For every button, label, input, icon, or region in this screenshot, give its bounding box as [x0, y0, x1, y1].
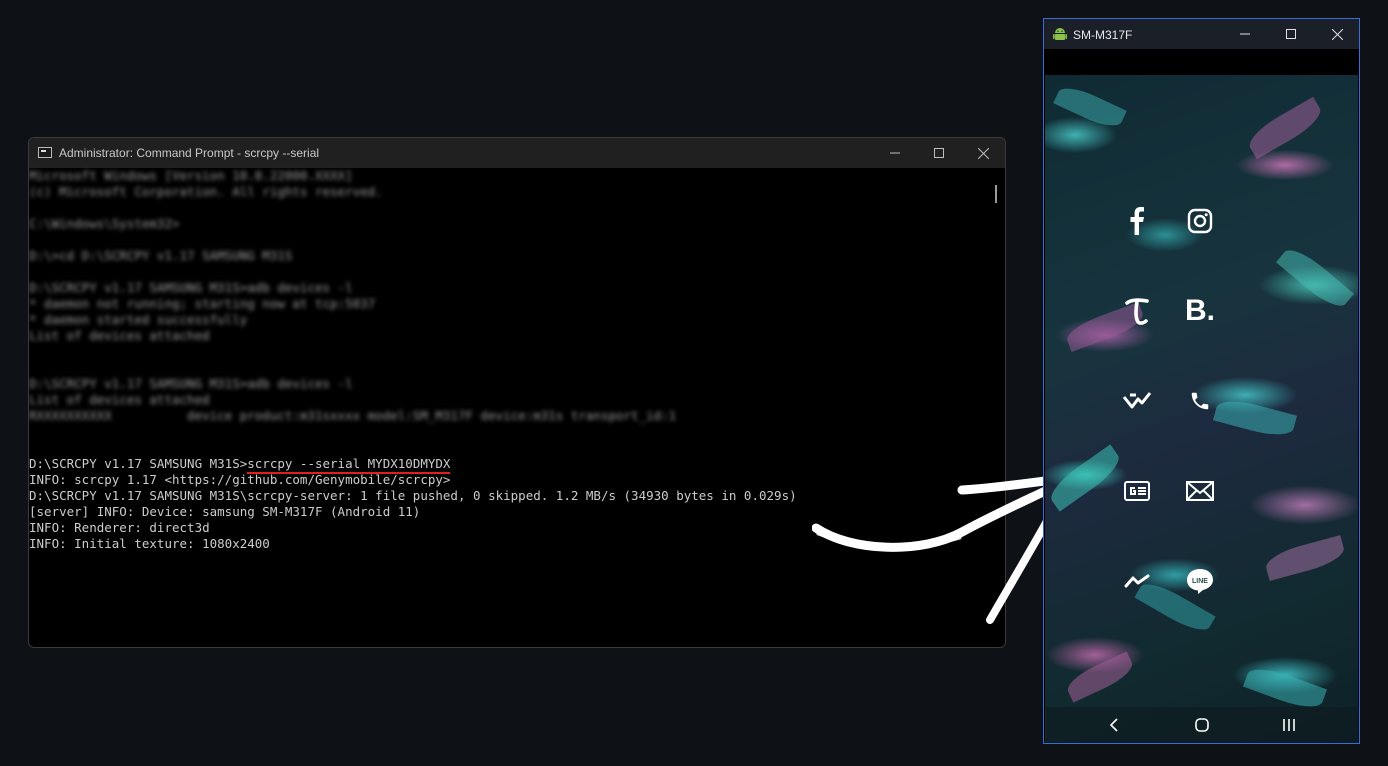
recents-icon[interactable]	[1259, 707, 1319, 743]
terminal-line: D:\SCRCPY v1.17 SAMSUNG M31S>adb devices…	[29, 280, 353, 295]
behance-icon[interactable]: B.	[1178, 289, 1222, 333]
scrollbar-thumb[interactable]	[995, 185, 997, 203]
terminal-line: D:\SCRCPY v1.17 SAMSUNG M31S>adb devices…	[29, 376, 353, 391]
close-icon	[977, 147, 989, 159]
terminal-line: * daemon started successfully	[29, 312, 248, 327]
scrcpy-command: scrcpy --serial MYDX10DMYDX	[247, 456, 451, 474]
scrcpy-device-window: SM-M317F B. LINE	[1043, 18, 1360, 744]
back-icon[interactable]	[1084, 707, 1144, 743]
terminal-line: * daemon not running; starting now at tc…	[29, 296, 376, 311]
pointer-arrow	[812, 473, 1075, 624]
google-news-icon[interactable]	[1115, 469, 1159, 513]
vk-icon[interactable]	[1115, 379, 1159, 423]
wallpaper-leaf	[1243, 96, 1327, 160]
maximize-button[interactable]	[917, 138, 961, 168]
wallpaper-leaf	[1063, 651, 1137, 703]
phone-icon[interactable]	[1178, 379, 1222, 423]
mail-icon[interactable]	[1178, 469, 1222, 513]
wallpaper-leaf	[1053, 81, 1127, 133]
close-button[interactable]	[961, 138, 1005, 168]
terminal-line: (c) Microsoft Corporation. All rights re…	[29, 184, 383, 199]
terminal-line: INFO: scrcpy 1.17 <https://github.com/Ge…	[29, 472, 451, 487]
cmd-window-title: Administrator: Command Prompt - scrcpy -…	[59, 146, 320, 160]
terminal-line: INFO: Initial texture: 1080x2400	[29, 536, 270, 551]
instagram-icon[interactable]	[1178, 199, 1222, 243]
terminal-line: [server] INFO: Device: samsung SM-M317F …	[29, 504, 421, 519]
messenger-icon[interactable]	[1115, 559, 1159, 603]
home-icon[interactable]	[1172, 707, 1232, 743]
phone-close-button[interactable]	[1315, 19, 1359, 49]
terminal-line: Microsoft Windows [Version 10.0.22000.XX…	[29, 168, 353, 183]
terminal-line: C:\Windows\System32>	[29, 216, 180, 231]
phone-maximize-button[interactable]	[1269, 19, 1313, 49]
facebook-icon[interactable]	[1115, 199, 1159, 243]
cmd-titlebar[interactable]: Administrator: Command Prompt - scrcpy -…	[29, 138, 1005, 168]
terminal-line: RXXXXXXXXXX device product:m31sxxxx mode…	[29, 408, 677, 423]
maximize-icon	[934, 148, 944, 158]
command-line: D:\SCRCPY v1.17 SAMSUNG M31S>scrcpy --se…	[29, 456, 451, 474]
svg-text:LINE: LINE	[1192, 578, 1208, 585]
cmd-app-icon	[38, 147, 52, 158]
phone-window-title: SM-M317F	[1073, 28, 1133, 42]
wallpaper-leaf	[1276, 242, 1354, 314]
android-icon	[1053, 28, 1067, 40]
maximize-icon	[1286, 29, 1296, 39]
phone-titlebar[interactable]: SM-M317F	[1044, 19, 1359, 49]
terminal-line: D:\SCRCPY v1.17 SAMSUNG M31S\scrcpy-serv…	[29, 488, 797, 503]
wallpaper-leaf	[1212, 395, 1298, 441]
terminal-line: D:\>cd D:\SCRCPY v1.17 SAMSUNG M31S	[29, 248, 293, 263]
phone-minimize-button[interactable]	[1223, 19, 1267, 49]
phone-home-screen[interactable]: B. LINE	[1044, 75, 1359, 743]
close-icon	[1331, 28, 1343, 40]
minimize-icon	[890, 152, 900, 154]
terminal-line: List of devices attached	[29, 392, 210, 407]
terminal-line: INFO: Renderer: direct3d	[29, 520, 210, 535]
command-prompt-path: D:\SCRCPY v1.17 SAMSUNG M31S>	[29, 456, 248, 471]
minimize-button[interactable]	[873, 138, 917, 168]
tumblr-icon[interactable]	[1115, 289, 1159, 333]
line-icon[interactable]: LINE	[1178, 559, 1222, 603]
scrcpy-command-text: scrcpy --serial MYDX10DMYDX	[247, 456, 451, 471]
wallpaper-leaf	[1262, 535, 1348, 581]
terminal-line: List of devices attached	[29, 328, 210, 343]
minimize-icon	[1240, 33, 1250, 35]
wallpaper-leaf	[1044, 444, 1126, 512]
android-nav-bar	[1046, 707, 1359, 743]
